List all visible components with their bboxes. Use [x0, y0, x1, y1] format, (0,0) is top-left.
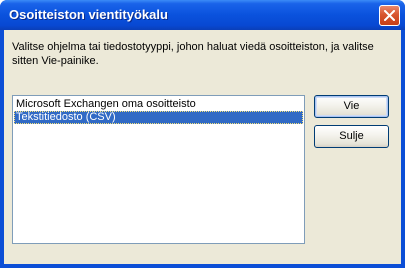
list-item-exchange-address-book[interactable]: Microsoft Exchangen oma osoitteisto: [14, 98, 303, 111]
export-button[interactable]: Vie: [314, 95, 389, 118]
export-dialog-window: Osoitteiston vientityökalu Valitse ohjel…: [0, 0, 405, 268]
list-item-csv-text-file[interactable]: Tekstitiedosto (CSV): [14, 111, 303, 124]
window-title: Osoitteiston vientityökalu: [9, 7, 168, 22]
title-bar[interactable]: Osoitteiston vientityökalu: [0, 0, 405, 30]
close-button[interactable]: Sulje: [314, 125, 389, 148]
close-window-button[interactable]: [379, 5, 400, 26]
export-target-list[interactable]: Microsoft Exchangen oma osoitteisto Teks…: [12, 95, 305, 244]
instructions-text: Valitse ohjelma tai tiedostotyyppi, joho…: [12, 41, 374, 67]
close-icon: [384, 10, 395, 21]
dialog-body: Valitse ohjelma tai tiedostotyyppi, joho…: [4, 30, 401, 264]
